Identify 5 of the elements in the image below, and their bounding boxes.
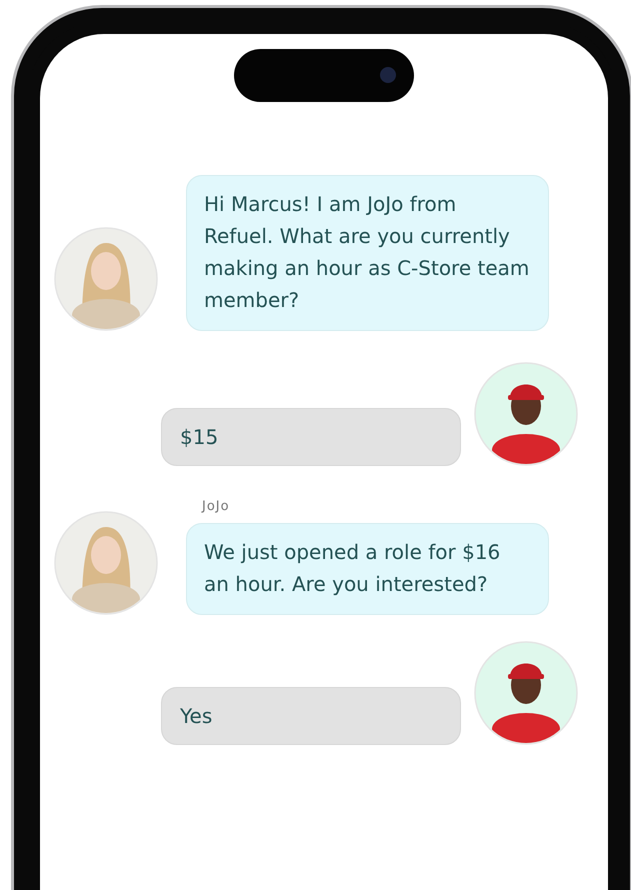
message-bubble: We just opened a role for $16 an hour. Are you interested? xyxy=(186,523,549,615)
message-bubble: Yes xyxy=(161,687,461,745)
message-bubble: Hi Marcus! I am JoJo from Refuel. What are you currently making an hour as C-Store team member? xyxy=(186,175,549,331)
message-bubble: $15 xyxy=(161,408,461,466)
sender-name: JoJo xyxy=(202,499,231,514)
